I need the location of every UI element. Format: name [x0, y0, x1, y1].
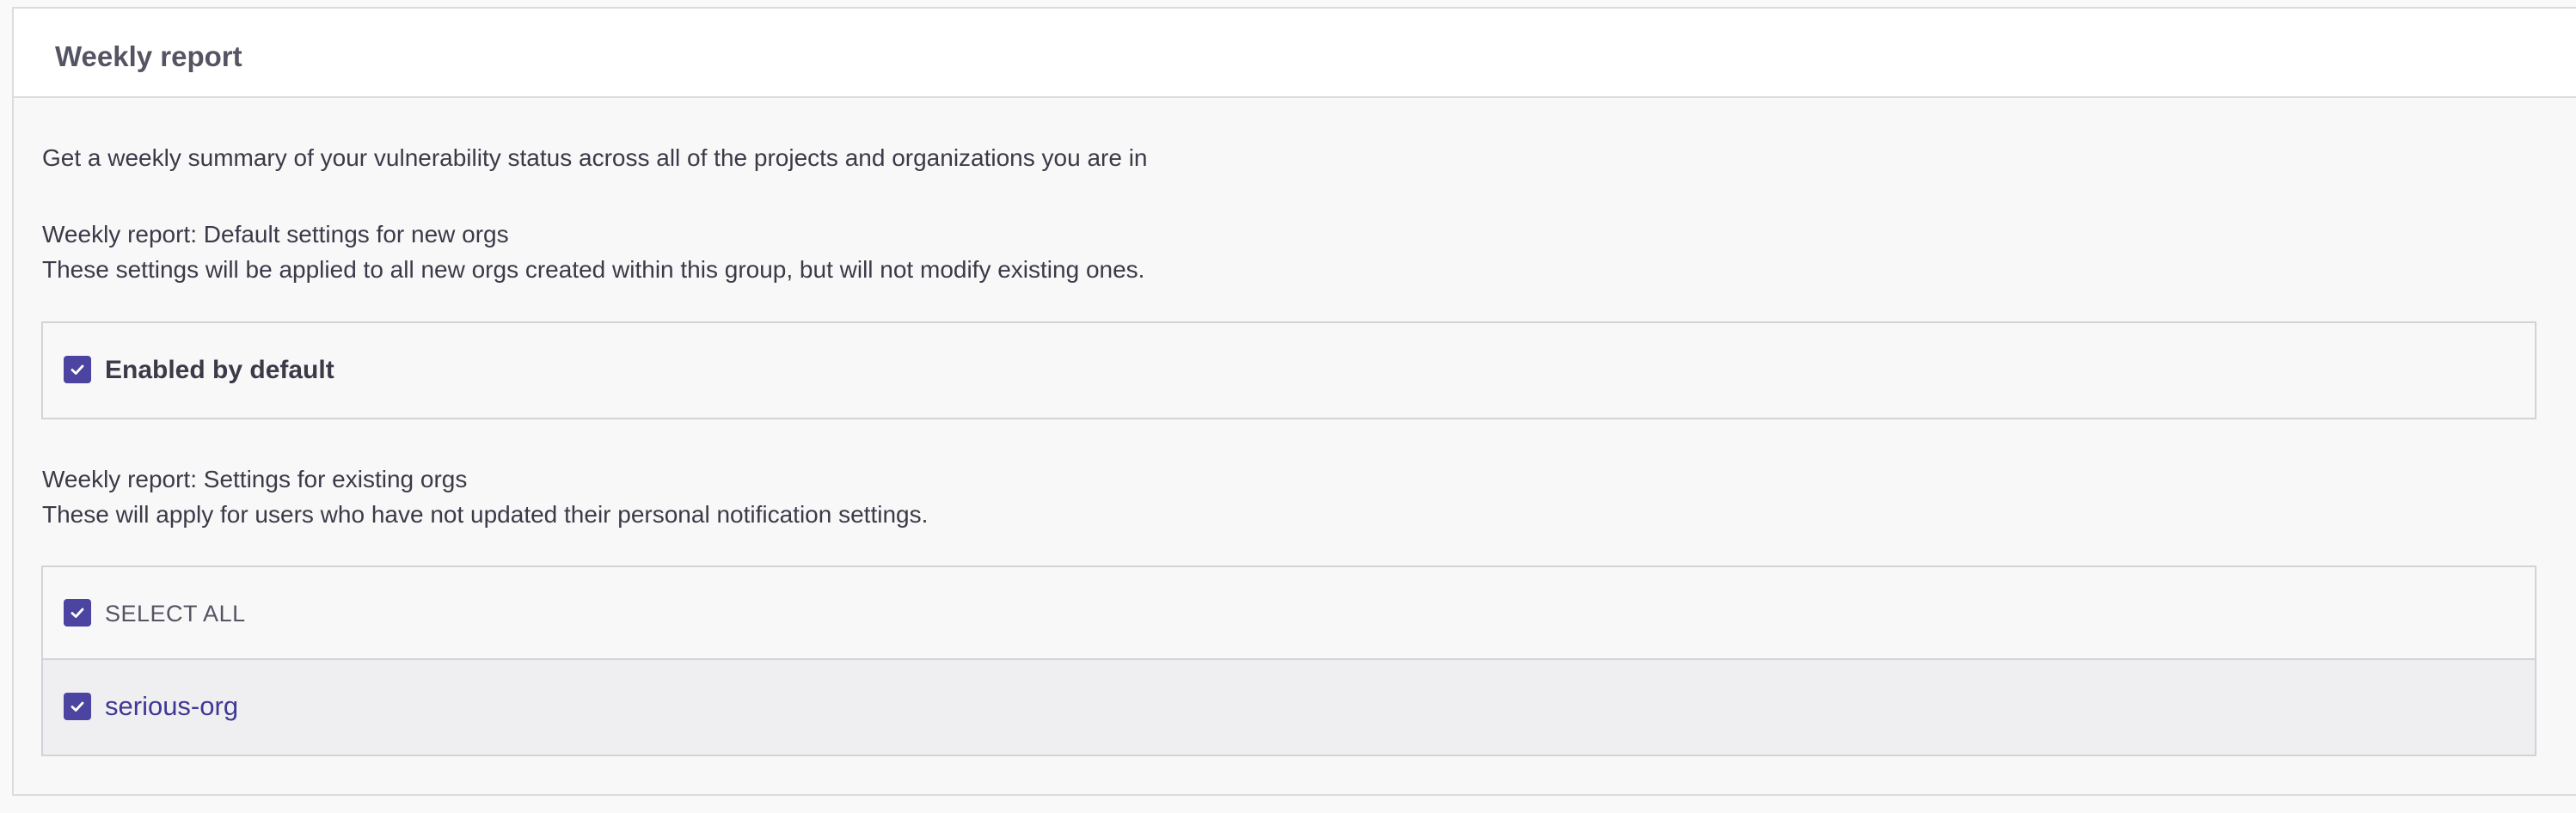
enabled-by-default-checkbox[interactable]	[64, 356, 91, 383]
existing-subheading: These will apply for users who have not …	[42, 501, 929, 528]
defaults-box: Enabled by default	[41, 321, 2536, 419]
select-all-checkbox[interactable]	[64, 599, 91, 627]
panel-header: Weekly report	[14, 9, 2576, 98]
enabled-by-default-label[interactable]: Enabled by default	[105, 353, 334, 388]
org-checkbox[interactable]	[64, 693, 91, 720]
defaults-subheading: These settings will be applied to all ne…	[42, 256, 1145, 283]
enabled-by-default-row[interactable]: Enabled by default	[43, 323, 2535, 418]
org-row[interactable]: serious-org	[43, 660, 2535, 755]
panel-title: Weekly report	[55, 40, 242, 72]
existing-heading: Weekly report: Settings for existing org…	[42, 466, 468, 492]
check-icon	[71, 701, 84, 712]
existing-orgs-box: SELECT ALL serious-org	[41, 565, 2536, 756]
defaults-heading: Weekly report: Default settings for new …	[42, 221, 509, 248]
report-description: Get a weekly summary of your vulnerabili…	[42, 144, 1148, 171]
select-all-label[interactable]: SELECT ALL	[105, 596, 246, 631]
select-all-row[interactable]: SELECT ALL	[43, 567, 2535, 660]
check-icon	[71, 364, 84, 375]
check-icon	[71, 608, 84, 618]
org-link[interactable]: serious-org	[105, 689, 238, 724]
